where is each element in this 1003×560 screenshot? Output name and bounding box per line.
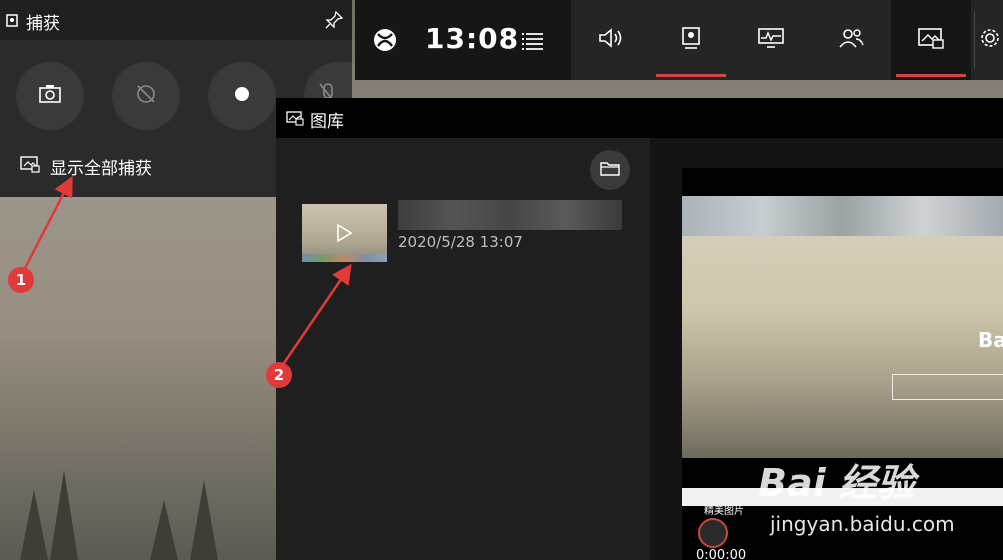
baidu-watermark: Bai 经验 (758, 461, 915, 505)
step-marker-1: 1 (8, 267, 34, 293)
step-marker-2: 2 (266, 362, 292, 388)
baidu-watermark-url: jingyan.baidu.com (770, 512, 955, 536)
